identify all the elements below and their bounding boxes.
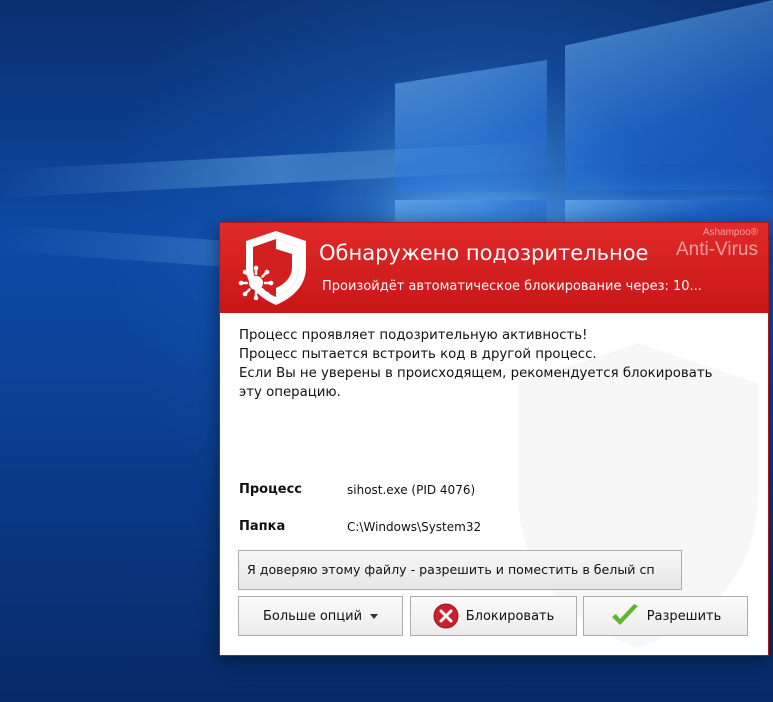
message-line: Процесс пытается встроить код в другой п… (239, 347, 597, 362)
alert-header: Ashampoo® Anti-Virus Обнаружено подозрит… (220, 223, 768, 313)
more-options-button[interactable]: Больше опций (238, 596, 403, 636)
auto-block-countdown: Произойдёт автоматическое блокирование ч… (322, 279, 702, 294)
process-value: sihost.exe (PID 4076) (347, 483, 476, 497)
block-button[interactable]: Блокировать (410, 596, 577, 636)
caret-down-icon (370, 613, 379, 619)
allow-label: Разрешить (646, 608, 722, 624)
desktop-background: Ashampoo® Anti-Virus Обнаружено подозрит… (0, 0, 773, 702)
folder-value: C:\Windows\System32 (347, 520, 482, 534)
brand-logo: Ashampoo® Anti-Virus (676, 227, 758, 261)
process-label: Процесс (239, 482, 302, 497)
message-line: Процесс проявляет подозрительную активно… (239, 328, 588, 343)
allow-button[interactable]: Разрешить (583, 596, 748, 636)
windows-logo-pane (565, 0, 773, 190)
antivirus-alert-dialog: Ashampoo® Anti-Virus Обнаружено подозрит… (219, 222, 769, 656)
windows-logo-pane (395, 60, 547, 192)
shield-virus-icon (238, 231, 306, 305)
message-line: эту операцию. (239, 385, 341, 400)
folder-label: Папка (239, 519, 286, 534)
block-label: Блокировать (465, 608, 555, 624)
brand-small-text: Ashampoo® (702, 227, 758, 238)
checkmark-icon (611, 604, 638, 625)
trust-whitelist-button[interactable]: Я доверяю этому файлу - разрешить и поме… (238, 550, 682, 590)
more-options-label: Больше опций (262, 608, 363, 624)
alert-title: Обнаружено подозрительное (319, 241, 649, 265)
alert-message: Процесс проявляет подозрительную активно… (239, 326, 749, 402)
block-x-icon (433, 603, 459, 629)
brand-product-name: Anti-Virus (675, 239, 758, 260)
message-line: Если Вы не уверены в происходящем, реком… (239, 366, 713, 381)
